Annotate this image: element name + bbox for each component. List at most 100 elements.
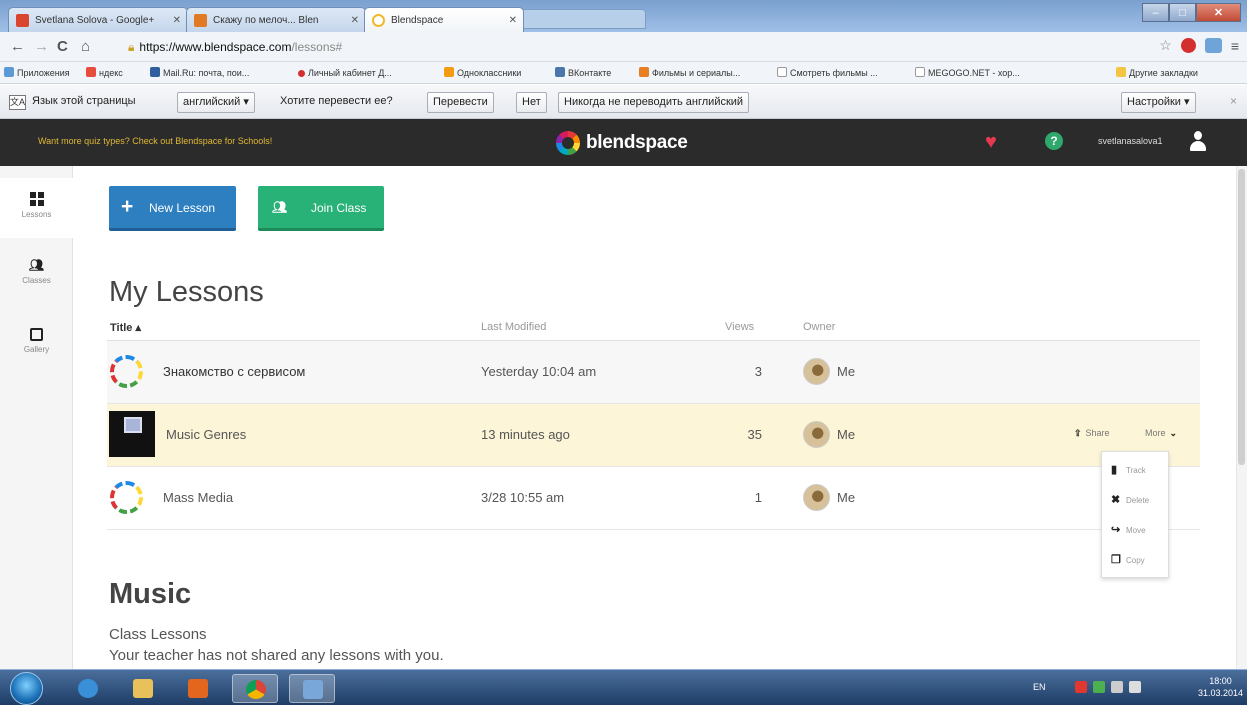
browser-tab-blendspace[interactable]: Blendspace ✕	[364, 7, 524, 32]
maximize-button[interactable]: □	[1169, 3, 1196, 22]
blendspace-logo[interactable]: blendspace	[556, 130, 688, 156]
sidebar-item-gallery[interactable]: Gallery	[0, 322, 73, 368]
column-header-owner[interactable]: Owner	[803, 321, 835, 333]
tab-close-icon[interactable]: ✕	[173, 8, 181, 32]
column-header-views[interactable]: Views	[725, 321, 754, 333]
language-select[interactable]: английский ▾	[177, 92, 255, 113]
sidebar-item-label: Lessons	[21, 210, 52, 219]
menu-item-move[interactable]: ↪ Move	[1111, 523, 1146, 536]
start-button[interactable]	[10, 672, 43, 705]
lock-icon: 🔒︎	[128, 40, 135, 54]
brand-name: blendspace	[586, 132, 688, 153]
lesson-views: 3	[754, 364, 762, 379]
network-icon[interactable]	[1111, 681, 1123, 693]
button-label: New Lesson	[149, 201, 216, 215]
translate-button[interactable]: Перевести	[427, 92, 494, 113]
menu-item-delete[interactable]: ✖ Delete	[1111, 493, 1149, 506]
heart-icon[interactable]: ♥	[985, 131, 997, 154]
antivirus-icon[interactable]	[1075, 681, 1087, 693]
yandex-icon	[86, 67, 96, 77]
lesson-row[interactable]: Mass Media 3/28 10:55 am 1 Me	[107, 467, 1200, 530]
lesson-modified: Yesterday 10:04 am	[481, 364, 597, 379]
share-icon: ⇪	[1074, 428, 1082, 438]
chevron-down-icon: ⌄	[1169, 428, 1178, 438]
column-header-title[interactable]: Title ▴	[110, 321, 141, 334]
move-arrow-icon: ↪	[1111, 524, 1121, 536]
taskbar-chrome[interactable]	[232, 674, 278, 703]
lesson-title[interactable]: Mass Media	[163, 490, 233, 505]
menu-item-copy[interactable]: ❐ Copy	[1111, 553, 1145, 566]
people-icon: 👥︎	[272, 200, 288, 214]
translate-question: Хотите перевести ее?	[280, 95, 393, 107]
mailru-icon	[150, 67, 160, 77]
taskbar-media-player[interactable]	[175, 674, 221, 703]
bookmark-mailru[interactable]: Mail.Ru: почта, пои...	[150, 65, 249, 81]
volume-icon[interactable]	[1129, 681, 1141, 693]
bookmark-vkontakte[interactable]: ВКонтакте	[555, 65, 611, 81]
lesson-row[interactable]: Music Genres 13 minutes ago 35 Me ⇪ Share…	[107, 404, 1200, 467]
films-icon	[639, 67, 649, 77]
close-translate-bar-icon[interactable]: ×	[1230, 94, 1237, 108]
bookmark-apps[interactable]: Приложения	[4, 65, 70, 81]
minimize-button[interactable]: –	[1142, 3, 1169, 22]
extension-icon[interactable]	[1204, 38, 1222, 53]
people-icon: 👥︎	[28, 258, 45, 272]
help-icon[interactable]: ?	[1045, 132, 1063, 150]
browser-tab-google-plus[interactable]: Svetlana Solova - Google+ ✕	[8, 7, 188, 32]
taskbar-paint[interactable]	[289, 674, 335, 703]
promo-link[interactable]: Want more quiz types? Check out Blendspa…	[38, 136, 272, 146]
menu-item-track[interactable]: ▮ Track	[1111, 463, 1146, 476]
internet-explorer-icon	[78, 679, 98, 698]
translate-settings-button[interactable]: Настройки ▾	[1121, 92, 1196, 113]
back-arrow-icon[interactable]: ←	[10, 38, 25, 55]
lesson-title[interactable]: Знакомство с сервисом	[163, 364, 305, 379]
bookmark-megogo[interactable]: MEGOGO.NET - хор...	[915, 65, 1020, 81]
bookmark-star-icon[interactable]: ☆	[1159, 37, 1172, 54]
system-clock[interactable]: 18:00 31.03.2014	[1198, 675, 1243, 699]
close-window-button[interactable]: ✕	[1196, 3, 1241, 22]
bookmark-watch-films[interactable]: Смотреть фильмы ...	[777, 65, 878, 81]
keyboard-icon[interactable]	[1093, 681, 1105, 693]
taskbar-ie[interactable]	[65, 674, 111, 703]
username[interactable]: svetlanasalova1	[1098, 136, 1163, 146]
bookmark-other[interactable]: Другие закладки	[1116, 65, 1198, 81]
scrollbar-thumb[interactable]	[1238, 169, 1245, 465]
address-bar[interactable]: 🔒︎ https://www.blendspace.com/lessons#	[128, 35, 342, 59]
bookmark-odnoklassniki[interactable]: Одноклассники	[444, 65, 521, 81]
user-icon[interactable]	[1190, 131, 1206, 151]
taskbar-explorer[interactable]	[120, 674, 166, 703]
lesson-row[interactable]: Знакомство с сервисом Yesterday 10:04 am…	[107, 341, 1200, 404]
no-translate-button[interactable]: Нет	[516, 92, 547, 113]
bookmark-cabinet[interactable]: Личный кабинет Д...	[298, 65, 392, 81]
new-lesson-button[interactable]: + New Lesson	[109, 186, 236, 231]
apps-grid-icon	[4, 67, 14, 77]
reload-icon[interactable]: C	[57, 38, 68, 55]
bookmark-yandex[interactable]: ндекс	[86, 65, 123, 81]
browser-tab-blendspace-lesson[interactable]: Скажу по мелоч... Blen ✕	[186, 7, 366, 32]
home-icon[interactable]: ⌂	[81, 38, 90, 55]
forward-arrow-icon[interactable]: →	[34, 38, 49, 55]
page-icon	[915, 67, 925, 77]
browser-menu-icon[interactable]: ≡	[1231, 38, 1239, 54]
url-path: /lessons#	[291, 40, 343, 54]
my-lessons-heading: My Lessons	[109, 276, 264, 308]
join-class-button[interactable]: 👥︎ Join Class	[258, 186, 384, 231]
sidebar-item-classes[interactable]: 👥︎ Classes	[0, 252, 73, 298]
share-button[interactable]: ⇪ Share	[1074, 428, 1110, 439]
empty-class-lessons-message: Your teacher has not shared any lessons …	[109, 647, 444, 664]
translate-icon: 文A	[9, 95, 26, 110]
app-header: Want more quiz types? Check out Blendspa…	[0, 119, 1247, 166]
page-language-label: Язык этой страницы	[32, 95, 136, 107]
lesson-title[interactable]: Music Genres	[166, 427, 246, 442]
adblock-extension-icon[interactable]	[1180, 38, 1196, 53]
new-tab-button[interactable]	[516, 9, 646, 29]
bookmark-films[interactable]: Фильмы и сериалы...	[639, 65, 740, 81]
column-header-last-modified[interactable]: Last Modified	[481, 321, 546, 333]
tab-close-icon[interactable]: ✕	[509, 8, 517, 32]
more-button[interactable]: More ⌄	[1145, 428, 1177, 439]
input-language[interactable]: EN	[1033, 682, 1046, 692]
sidebar-item-lessons[interactable]: Lessons	[0, 178, 73, 238]
never-translate-button[interactable]: Никогда не переводить английский	[558, 92, 750, 113]
translate-bar: 文A Язык этой страницы английский ▾ Хотит…	[0, 85, 1247, 119]
tab-close-icon[interactable]: ✕	[351, 8, 359, 32]
